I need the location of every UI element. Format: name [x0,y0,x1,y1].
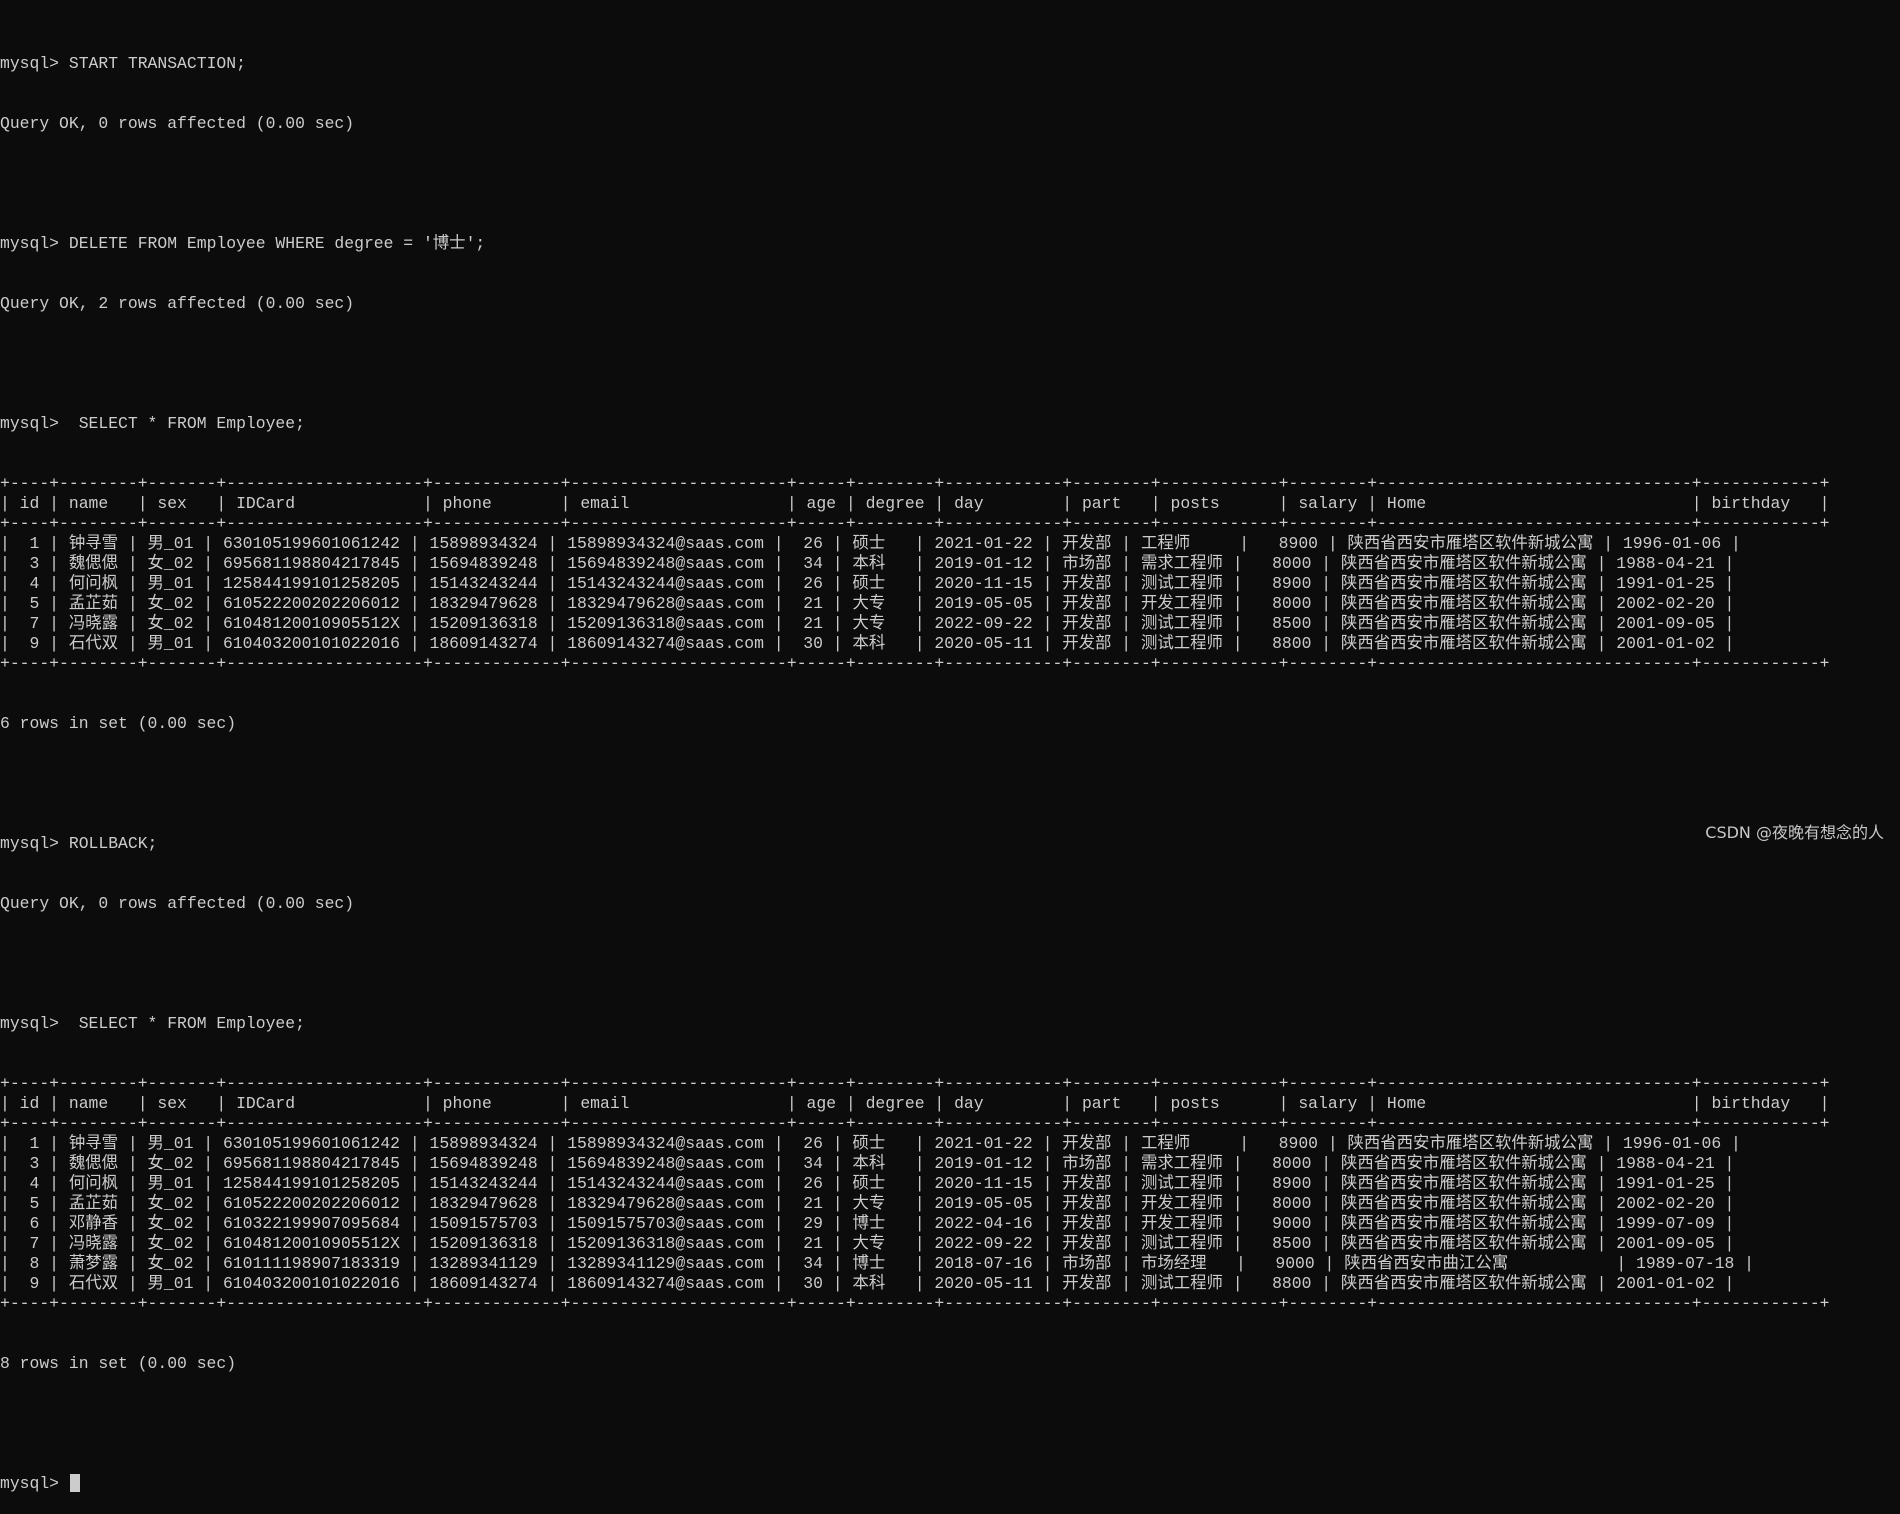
table-border: +----+--------+-------+-----------------… [0,1074,1830,1093]
prompt: mysql> [0,834,69,853]
table-row: | 1 | 钟寻雪 | 男_01 | 630105199601061242 | … [0,1134,1741,1153]
table-row: | 7 | 冯晓露 | 女_02 | 61048120010905512X | … [0,1234,1735,1253]
table-row: | 3 | 魏偲偲 | 女_02 | 695681198804217845 | … [0,554,1735,573]
command-line: mysql> ROLLBACK; [0,834,1830,854]
table-row: | 1 | 钟寻雪 | 男_01 | 630105199601061242 | … [0,534,1741,553]
row-count: 6 rows in set (0.00 sec) [0,714,237,733]
table-header: | id | name | sex | IDCard | phone | ema… [0,494,1830,513]
query-result: Query OK, 2 rows affected (0.00 sec) [0,294,355,313]
command-line[interactable]: mysql> [0,1474,1830,1494]
watermark: CSDN @夜晚有想念的人 [1705,823,1884,842]
table-border: +----+--------+-------+-----------------… [0,1114,1830,1133]
prompt: mysql> [0,1474,69,1493]
command-text: SELECT * FROM Employee; [68,414,305,433]
table-row: | 7 | 冯晓露 | 女_02 | 61048120010905512X | … [0,614,1735,633]
prompt: mysql> [0,414,69,433]
table-row: | 8 | 萧梦露 | 女_02 | 610111198907183319 | … [0,1254,1755,1273]
table-row: | 4 | 何问枫 | 男_01 | 125844199101258205 | … [0,1174,1735,1193]
query-result: Query OK, 0 rows affected (0.00 sec) [0,114,355,133]
table-header: | id | name | sex | IDCard | phone | ema… [0,1094,1830,1113]
prompt: mysql> [0,1014,69,1033]
command-line: mysql> START TRANSACTION; [0,54,1830,74]
table-border: +----+--------+-------+-----------------… [0,514,1830,533]
table-row: | 5 | 孟芷茹 | 女_02 | 610522200202206012 | … [0,594,1735,613]
terminal-output[interactable]: mysql> START TRANSACTION; Query OK, 0 ro… [0,14,1830,1514]
prompt: mysql> [0,54,69,73]
table-row: | 6 | 邓静香 | 女_02 | 610322199907095684 | … [0,1214,1735,1233]
table-border: +----+--------+-------+-----------------… [0,474,1830,493]
command-text: START TRANSACTION; [68,54,246,73]
command-text: ROLLBACK; [68,834,158,853]
text-cursor [69,1474,80,1492]
table-row: | 5 | 孟芷茹 | 女_02 | 610522200202206012 | … [0,1194,1735,1213]
command-line: mysql> SELECT * FROM Employee; [0,1014,1830,1034]
table-border: +----+--------+-------+-----------------… [0,654,1830,673]
table-row: | 9 | 石代双 | 男_01 | 610403200101022016 | … [0,634,1735,653]
command-line: mysql> DELETE FROM Employee WHERE degree… [0,234,1830,254]
row-count: 8 rows in set (0.00 sec) [0,1354,237,1373]
command-text: SELECT * FROM Employee; [68,1014,305,1033]
result-table: +----+--------+-------+-----------------… [0,474,1830,674]
prompt: mysql> [0,234,69,253]
command-line: mysql> SELECT * FROM Employee; [0,414,1830,434]
result-table: +----+--------+-------+-----------------… [0,1074,1830,1314]
table-border: +----+--------+-------+-----------------… [0,1294,1830,1313]
table-row: | 3 | 魏偲偲 | 女_02 | 695681198804217845 | … [0,1154,1735,1173]
command-text: DELETE FROM Employee WHERE degree = '博士'… [68,234,486,253]
table-row: | 4 | 何问枫 | 男_01 | 125844199101258205 | … [0,574,1735,593]
table-row: | 9 | 石代双 | 男_01 | 610403200101022016 | … [0,1274,1735,1293]
query-result: Query OK, 0 rows affected (0.00 sec) [0,894,355,913]
